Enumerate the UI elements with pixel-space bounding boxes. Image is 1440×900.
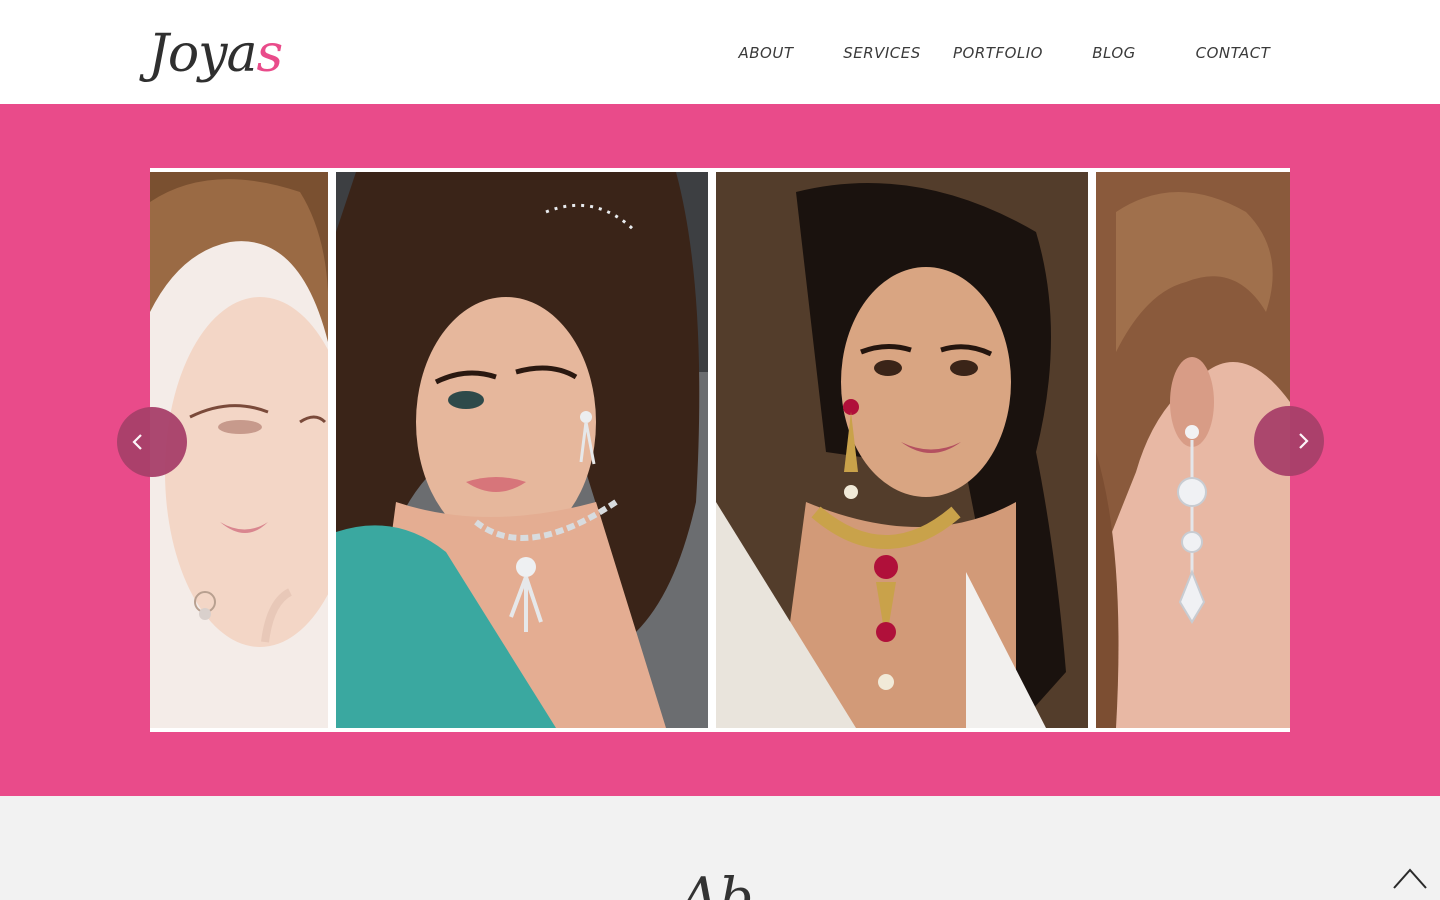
slide-image: [716, 172, 1088, 728]
nav-label-services: SERVICES: [843, 44, 921, 62]
image-carousel[interactable]: [150, 168, 1290, 732]
carousel-prev-button[interactable]: [117, 407, 187, 477]
site-logo[interactable]: Joyas: [148, 22, 284, 86]
site-header: Joyas HOME ABOUT SERVICES PORTFOLIO BLOG…: [0, 0, 1440, 104]
nav-label-blog: BLOG: [1092, 44, 1136, 62]
slide-image: [336, 172, 708, 728]
about-section: Ab: [0, 796, 1440, 900]
nav-label-about: ABOUT: [738, 44, 794, 62]
nav-label-home: HOME: [628, 44, 676, 62]
carousel-next-button[interactable]: [1254, 406, 1324, 476]
slide-model-diamond-necklace[interactable]: [336, 172, 708, 728]
section-heading: Ab: [680, 866, 754, 900]
nav-item-portfolio[interactable]: PORTFOLIO: [946, 34, 1050, 72]
nav-item-blog[interactable]: BLOG: [1064, 34, 1164, 72]
nav-label-portfolio: PORTFOLIO: [953, 44, 1043, 62]
hero-slider-section: [0, 104, 1440, 796]
slide-model-kundan-set[interactable]: [716, 172, 1088, 728]
main-nav: HOME ABOUT SERVICES PORTFOLIO BLOG CONTA…: [590, 34, 1290, 72]
nav-item-services[interactable]: SERVICES: [832, 34, 932, 72]
logo-text: Joya: [148, 24, 258, 84]
chevron-right-icon: [1299, 433, 1309, 449]
nav-item-about[interactable]: ABOUT: [716, 34, 816, 72]
scroll-to-top-button[interactable]: [1392, 864, 1428, 892]
chevron-up-icon: [1393, 868, 1427, 889]
logo-accent-letter: s: [256, 24, 284, 84]
chevron-left-icon: [132, 434, 142, 450]
nav-label-contact: CONTACT: [1195, 44, 1271, 62]
nav-item-contact[interactable]: CONTACT: [1182, 34, 1284, 72]
nav-item-home[interactable]: HOME: [598, 34, 706, 72]
